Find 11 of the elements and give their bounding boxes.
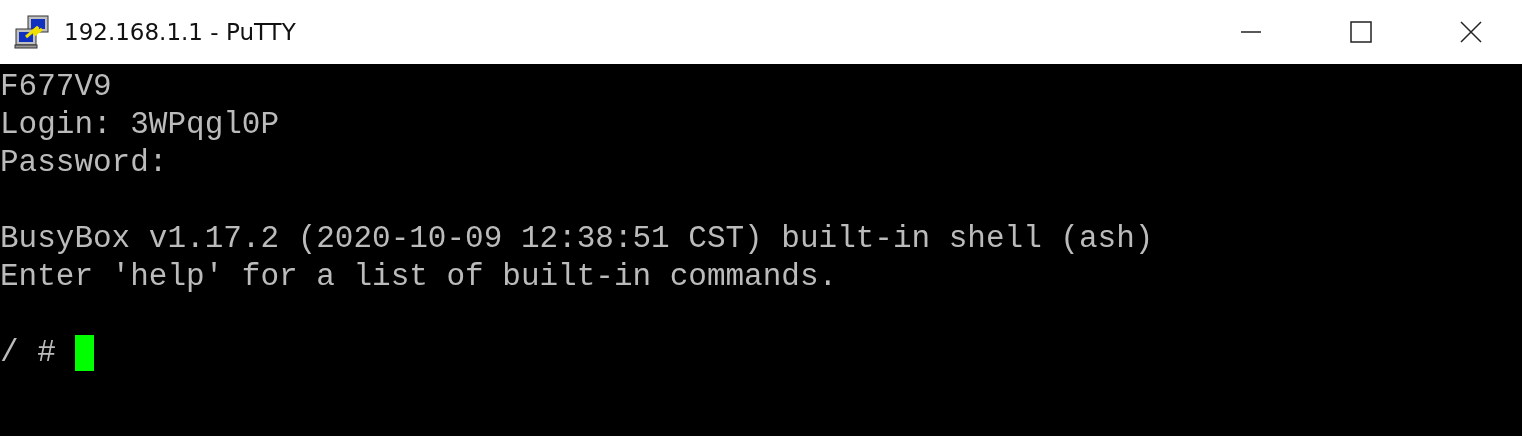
terminal-line: Password: [0, 144, 169, 182]
maximize-icon [1349, 20, 1373, 44]
shell-prompt: / # [0, 334, 56, 372]
terminal-line: Enter 'help' for a list of built-in commands. [0, 258, 839, 296]
terminal-line: F677V9 [0, 68, 113, 106]
window-title: 192.168.1.1 - PuTTY [64, 19, 296, 45]
terminal-line: BusyBox v1.17.2 (2020-10-09 12:38:51 CST) built-in shell (ash) [0, 220, 1155, 258]
close-icon [1459, 20, 1483, 44]
terminal-line: Login: 3WPqgl0P [0, 106, 281, 144]
minimize-icon [1239, 31, 1263, 33]
computers-icon [14, 15, 52, 49]
